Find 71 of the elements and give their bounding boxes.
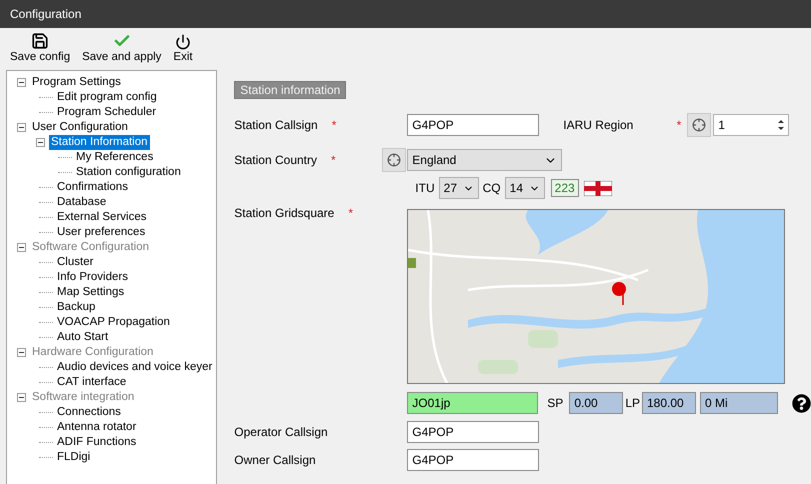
locate-button[interactable]: [382, 148, 406, 172]
collapse-toggle[interactable]: [36, 138, 45, 147]
tree-item[interactable]: External Services: [55, 210, 148, 225]
tree-item[interactable]: Backup: [55, 300, 98, 315]
field-label: Station Callsign: [234, 118, 318, 132]
toolbar-button[interactable]: Save config: [8, 32, 72, 63]
required-marker: *: [332, 118, 336, 132]
tree-item[interactable]: Station Information: [49, 135, 150, 150]
field-label: Station Country: [234, 153, 318, 167]
tree-item[interactable]: Connections: [55, 405, 123, 420]
collapse-toggle[interactable]: [17, 243, 26, 252]
window-title: Configuration: [10, 7, 82, 21]
collapse-toggle[interactable]: [17, 78, 26, 87]
locate-button[interactable]: [687, 113, 712, 137]
field-label: Station Gridsquare: [234, 206, 334, 220]
required-marker: *: [676, 118, 682, 132]
distance-field[interactable]: 0 Mi: [700, 392, 778, 414]
required-marker: *: [348, 206, 354, 220]
toolbar-button[interactable]: Save and apply: [80, 32, 164, 63]
cq-dropdown[interactable]: 14: [504, 177, 545, 199]
flag-icon: [584, 180, 612, 196]
tree-item[interactable]: FLDigi: [55, 450, 92, 465]
required-marker: *: [331, 153, 336, 167]
tree-item[interactable]: Auto Start: [55, 330, 110, 345]
dxcc-number: 223: [550, 179, 579, 197]
tree-item[interactable]: CAT interface: [55, 375, 128, 390]
tree-item[interactable]: My References: [74, 150, 156, 165]
collapse-toggle[interactable]: [17, 393, 26, 402]
field-label: SP: [547, 396, 564, 410]
field-label: IARU Region: [563, 118, 634, 132]
tree-item[interactable]: Database: [55, 195, 108, 210]
field-label: Owner Callsign: [234, 453, 316, 467]
tree-item[interactable]: Audio devices and voice keyer: [55, 360, 214, 375]
field-label: CQ: [482, 181, 501, 195]
tree-item[interactable]: Cluster: [55, 255, 96, 270]
tree-item[interactable]: User preferences: [55, 225, 148, 240]
country-dropdown[interactable]: England: [407, 149, 562, 171]
tree-item[interactable]: Map Settings: [55, 285, 126, 300]
field-label: LP: [625, 396, 640, 410]
itu-dropdown[interactable]: 27: [438, 177, 479, 199]
help-icon[interactable]: [792, 394, 811, 412]
tree-item[interactable]: User Configuration: [30, 120, 130, 135]
collapse-toggle[interactable]: [17, 348, 26, 357]
long-path-field[interactable]: 180.00: [642, 392, 696, 414]
operator-callsign-field[interactable]: G4POP: [407, 421, 540, 443]
section-title: Station information: [234, 81, 346, 99]
power-icon: [174, 34, 191, 50]
owner-callsign-field[interactable]: G4POP: [407, 449, 540, 471]
region-spinbox[interactable]: 1: [713, 114, 790, 136]
tree-item[interactable]: Info Providers: [55, 270, 130, 285]
field-label: Operator Callsign: [234, 425, 328, 439]
crosshair-icon: [692, 118, 706, 132]
tree-item[interactable]: Confirmations: [55, 180, 130, 195]
tree-item[interactable]: Edit program config: [55, 90, 159, 105]
tree-item[interactable]: VOACAP Propagation: [55, 315, 172, 330]
gridsquare-field[interactable]: JO01jp: [407, 392, 538, 414]
crosshair-icon: [387, 153, 402, 167]
short-path-field[interactable]: 0.00: [569, 392, 624, 414]
tree-item[interactable]: Program Scheduler: [55, 105, 158, 120]
tree-item[interactable]: Antenna rotator: [55, 420, 138, 435]
collapse-toggle[interactable]: [17, 123, 26, 132]
tree-item[interactable]: Hardware Configuration: [30, 345, 156, 360]
toolbar-button[interactable]: Exit: [171, 34, 195, 63]
tree-item[interactable]: Software integration: [30, 390, 136, 405]
tree-item[interactable]: Program Settings: [30, 75, 123, 90]
tree-item[interactable]: Software Configuration: [30, 240, 151, 255]
tree-item[interactable]: Station configuration: [74, 165, 183, 180]
field-label: ITU: [415, 181, 435, 195]
spin-arrows-icon[interactable]: [776, 117, 786, 133]
callsign-field[interactable]: G4POP: [407, 114, 540, 136]
tree-item[interactable]: ADIF Functions: [55, 435, 138, 450]
